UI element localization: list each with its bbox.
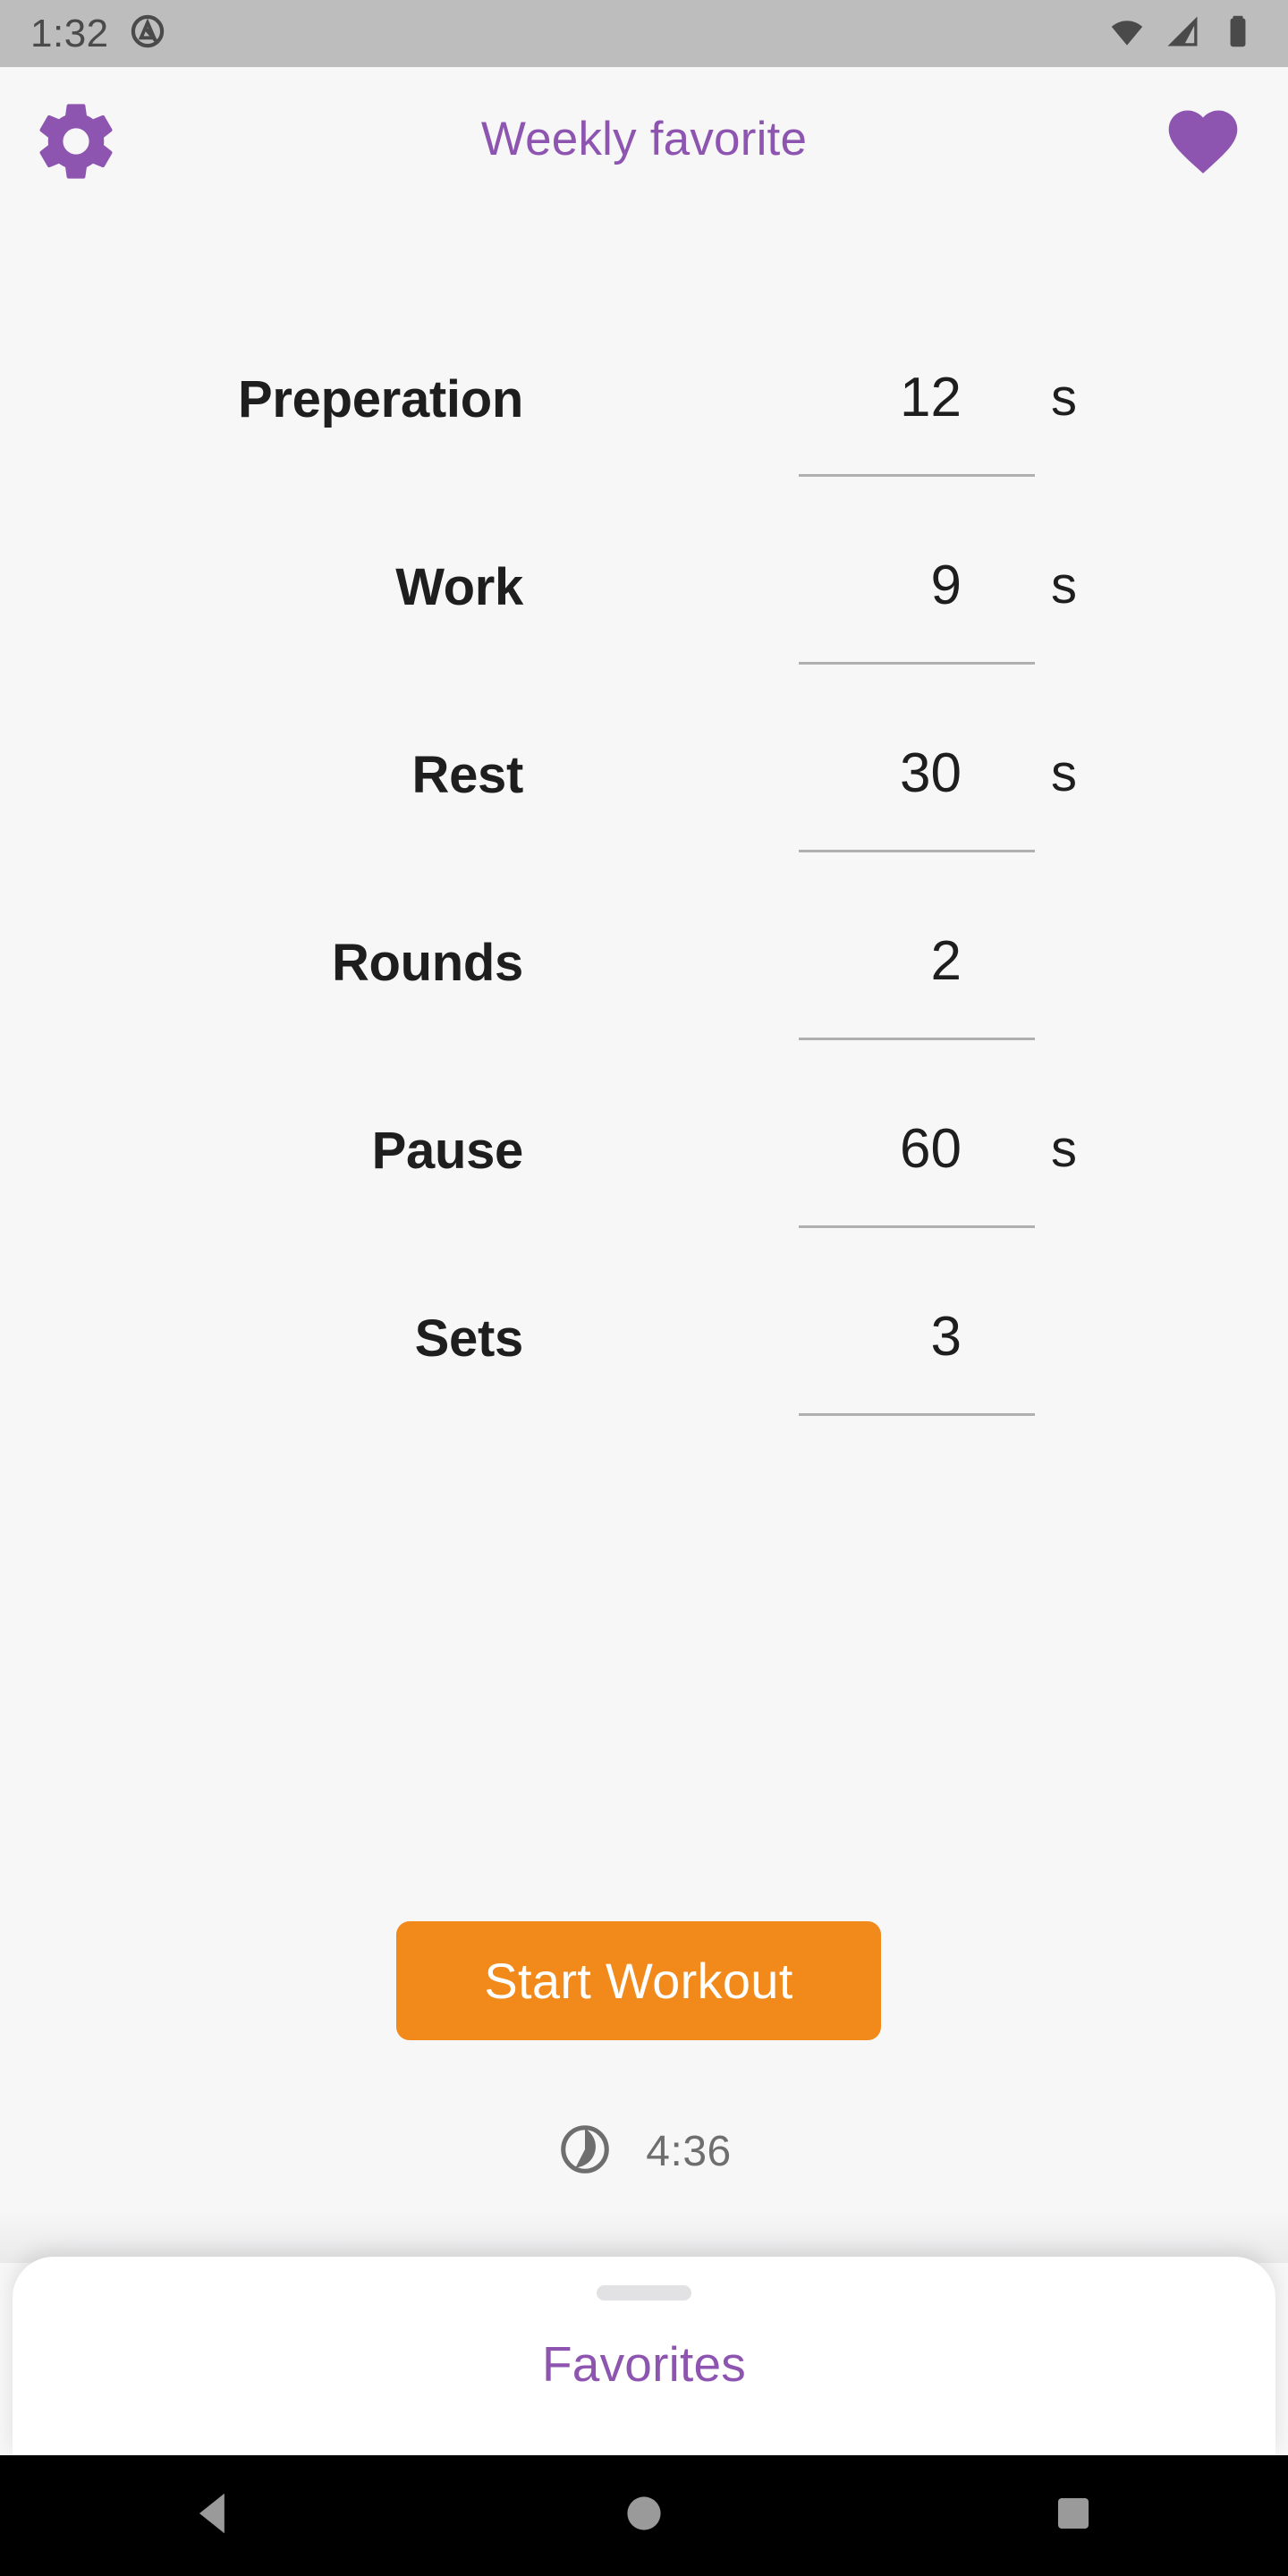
- rest-input[interactable]: 30 s: [799, 733, 1077, 852]
- work-input[interactable]: 9 s: [799, 546, 1077, 665]
- wifi-icon: [1107, 12, 1147, 55]
- form-row-sets: Sets 3: [0, 1297, 1288, 1485]
- input-underline: [799, 474, 1035, 477]
- row-label: Work: [395, 558, 523, 616]
- status-clock: 1:32: [30, 11, 109, 55]
- status-bar-right: [1107, 12, 1258, 55]
- app-screen: 1:32 Weekly favorite Preperation 12 s Wo…: [0, 0, 1288, 2576]
- row-label: Sets: [414, 1309, 524, 1368]
- input-underline: [799, 1038, 1035, 1040]
- favorites-label[interactable]: Favorites: [13, 2335, 1275, 2393]
- rounds-input[interactable]: 2: [799, 921, 1035, 1040]
- row-value: 60: [900, 1118, 962, 1180]
- nav-home-button[interactable]: [555, 2455, 733, 2576]
- nav-back-button[interactable]: [125, 2455, 304, 2576]
- row-value: 2: [930, 930, 962, 992]
- pause-input[interactable]: 60 s: [799, 1109, 1077, 1228]
- heart-filled-icon: [1158, 100, 1248, 187]
- input-underline: [799, 1413, 1035, 1416]
- row-unit: s: [1051, 1120, 1077, 1178]
- row-label: Rest: [411, 746, 523, 804]
- form-row-pause: Pause 60 s: [0, 1109, 1288, 1297]
- start-workout-button[interactable]: Start Workout: [396, 1921, 881, 2040]
- drag-handle[interactable]: [597, 2285, 691, 2301]
- row-label: Preperation: [237, 370, 523, 428]
- android-nav-bar: [0, 2455, 1288, 2576]
- form-row-rounds: Rounds 2: [0, 921, 1288, 1109]
- row-label: Rounds: [331, 934, 523, 992]
- back-triangle-icon: [187, 2486, 242, 2546]
- nav-recents-button[interactable]: [984, 2455, 1163, 2576]
- row-value: 12: [900, 367, 962, 428]
- recents-square-icon: [1046, 2486, 1101, 2546]
- row-value: 30: [900, 742, 962, 804]
- row-unit: s: [1051, 744, 1077, 802]
- page-title: Weekly favorite: [480, 112, 808, 165]
- total-duration: 4:36: [0, 2106, 1288, 2196]
- status-bar-left: 1:32: [30, 12, 166, 56]
- favorite-button[interactable]: [1154, 94, 1252, 192]
- row-label: Pause: [371, 1122, 524, 1180]
- input-underline: [799, 1225, 1035, 1228]
- timelapse-icon: [556, 2121, 614, 2182]
- favorites-bottom-sheet[interactable]: Favorites: [13, 2257, 1275, 2455]
- row-unit: s: [1051, 556, 1077, 614]
- form-row-rest: Rest 30 s: [0, 733, 1288, 921]
- sheet-shadow: [0, 2209, 1288, 2263]
- battery-icon: [1218, 12, 1258, 55]
- status-bar: 1:32: [0, 0, 1288, 67]
- input-underline: [799, 662, 1035, 665]
- form-row-work: Work 9 s: [0, 546, 1288, 733]
- sets-input[interactable]: 3: [799, 1297, 1035, 1416]
- form-row-preperation: Preperation 12 s: [0, 358, 1288, 546]
- row-value: 9: [930, 555, 962, 616]
- preperation-input[interactable]: 12 s: [799, 358, 1077, 477]
- android-q-icon: [129, 13, 166, 55]
- input-underline: [799, 850, 1035, 852]
- duration-value: 4:36: [646, 2127, 732, 2175]
- cellular-signal-icon: [1163, 12, 1202, 55]
- workout-settings-form: Preperation 12 s Work 9 s Rest 30 s Roun…: [0, 358, 1288, 1485]
- row-unit: s: [1051, 369, 1077, 427]
- app-header: Weekly favorite: [0, 67, 1288, 210]
- home-circle-icon: [616, 2486, 672, 2546]
- row-value: 3: [930, 1306, 962, 1368]
